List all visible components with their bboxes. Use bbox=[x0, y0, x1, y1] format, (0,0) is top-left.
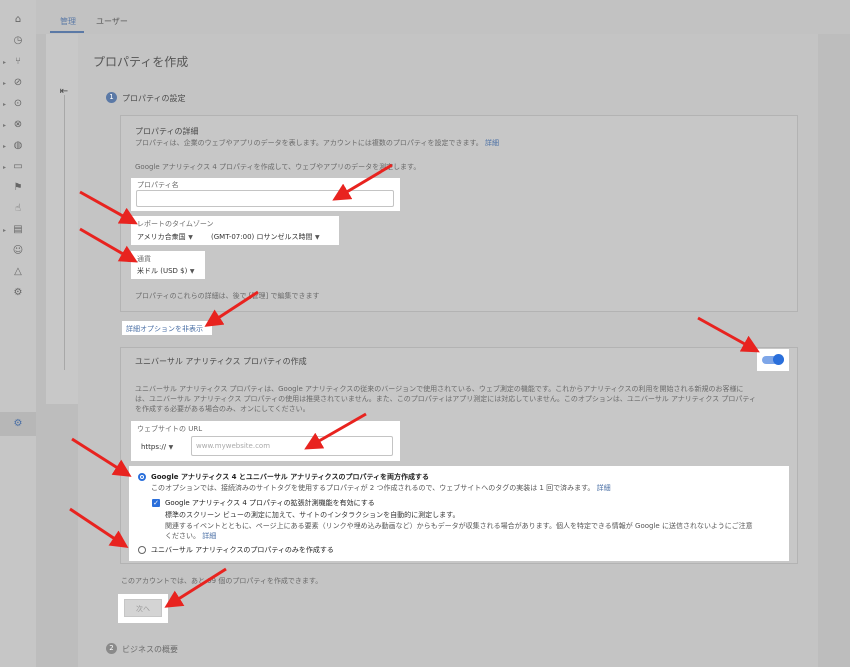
annotation-arrow-property-name bbox=[332, 163, 393, 201]
annotation-arrow-next bbox=[164, 567, 227, 608]
annotation-arrow-website bbox=[304, 412, 367, 450]
annotation-arrow-toggle bbox=[697, 316, 760, 353]
annotation-arrows bbox=[69, 163, 760, 608]
annotation-arrow-currency bbox=[79, 227, 138, 263]
annotation-arrow-timezone bbox=[79, 190, 138, 225]
annotation-arrow-advanced bbox=[204, 290, 259, 327]
annotation-arrow-option-both bbox=[71, 437, 132, 477]
annotation-arrow-option-ua bbox=[69, 507, 129, 548]
